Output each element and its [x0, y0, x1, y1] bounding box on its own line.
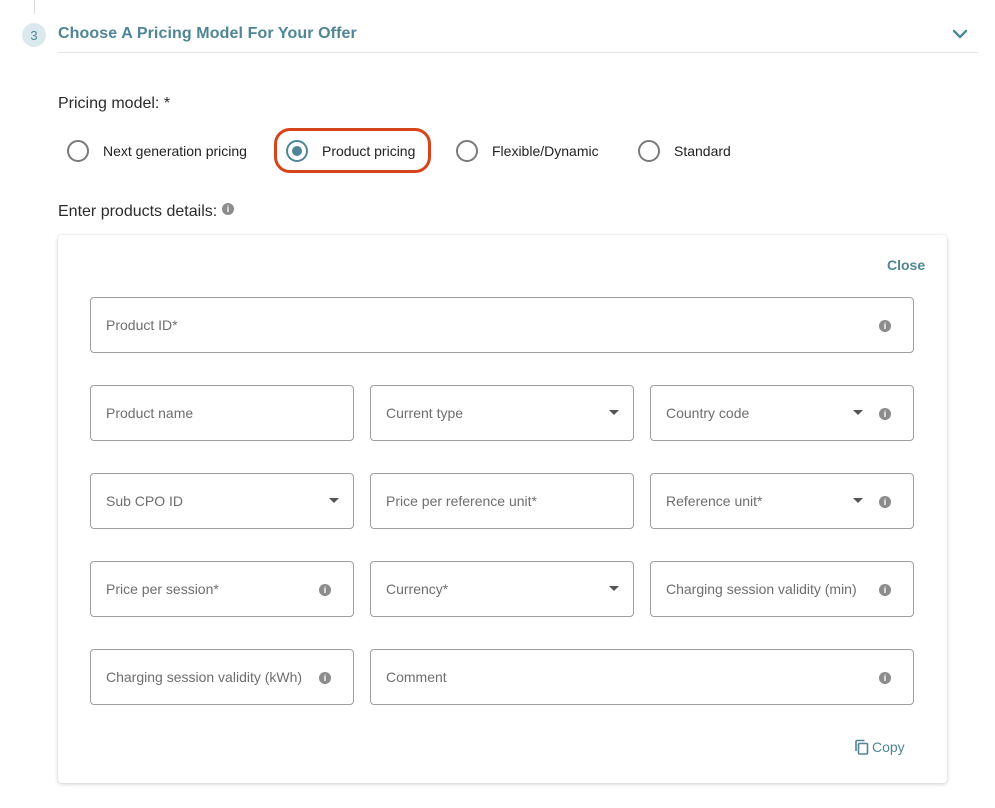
charging-session-validity-kwh-field[interactable]: Charging session validity (kWh) i — [90, 649, 354, 705]
step-connector-line — [34, 0, 35, 14]
field-placeholder: Currency* — [386, 581, 449, 597]
country-code-select[interactable]: Country code i — [650, 385, 914, 441]
radio-button[interactable] — [67, 140, 89, 162]
field-placeholder: Sub CPO ID — [106, 493, 184, 509]
dropdown-caret-icon — [329, 498, 339, 503]
dropdown-caret-icon — [609, 586, 619, 591]
field-placeholder: Country code — [666, 405, 750, 421]
field-placeholder: Reference unit* — [666, 493, 763, 509]
product-name-field[interactable]: Product name — [90, 385, 354, 441]
field-placeholder: Price per reference unit* — [386, 493, 537, 509]
field-placeholder: Charging session validity (min) — [666, 581, 857, 597]
dropdown-caret-icon — [853, 498, 863, 503]
field-placeholder: Price per session* — [106, 581, 219, 597]
price-per-reference-unit-field[interactable]: Price per reference unit* — [370, 473, 634, 529]
dropdown-caret-icon — [853, 410, 863, 415]
info-icon[interactable]: i — [879, 320, 891, 332]
copy-button[interactable]: Copy — [854, 739, 905, 755]
current-type-select[interactable]: Current type — [370, 385, 634, 441]
price-per-session-field[interactable]: Price per session* i — [90, 561, 354, 617]
section-divider — [58, 52, 978, 53]
charging-session-validity-min-field[interactable]: Charging session validity (min) i — [650, 561, 914, 617]
info-icon[interactable]: i — [879, 584, 891, 596]
step-number-badge: 3 — [22, 23, 46, 47]
info-icon[interactable]: i — [879, 408, 891, 420]
currency-select[interactable]: Currency* — [370, 561, 634, 617]
field-placeholder: Current type — [386, 405, 464, 421]
sub-cpo-id-select[interactable]: Sub CPO ID — [90, 473, 354, 529]
info-icon[interactable]: i — [222, 203, 234, 215]
info-icon[interactable]: i — [319, 584, 331, 596]
close-button[interactable]: Close — [887, 257, 925, 273]
radio-button[interactable] — [638, 140, 660, 162]
info-icon[interactable]: i — [879, 496, 891, 508]
copy-label: Copy — [872, 739, 905, 755]
info-icon[interactable]: i — [879, 672, 891, 684]
radio-label: Flexible/Dynamic — [492, 143, 599, 159]
highlight-annotation — [274, 128, 431, 173]
field-placeholder: Product name — [106, 405, 194, 421]
field-placeholder: Comment — [386, 669, 447, 685]
reference-unit-select[interactable]: Reference unit* i — [650, 473, 914, 529]
radio-label: Standard — [674, 143, 731, 159]
copy-icon — [855, 739, 869, 755]
chevron-down-icon[interactable] — [950, 26, 970, 42]
field-placeholder: Charging session validity (kWh) — [106, 669, 303, 685]
products-details-label: Enter products details: — [58, 203, 218, 220]
pricing-model-label: Pricing model: * — [58, 95, 171, 112]
radio-flexible-dynamic[interactable]: Flexible/Dynamic — [456, 138, 599, 164]
field-placeholder: Product ID* — [106, 317, 178, 333]
radio-next-generation-pricing[interactable]: Next generation pricing — [67, 138, 247, 164]
info-icon[interactable]: i — [319, 672, 331, 684]
product-id-field[interactable]: Product ID* i — [90, 297, 914, 353]
radio-label: Next generation pricing — [103, 143, 247, 159]
radio-standard[interactable]: Standard — [638, 138, 731, 164]
radio-button[interactable] — [456, 140, 478, 162]
section-title[interactable]: Choose A Pricing Model For Your Offer — [58, 25, 357, 43]
comment-field[interactable]: Comment i — [370, 649, 914, 705]
dropdown-caret-icon — [609, 410, 619, 415]
